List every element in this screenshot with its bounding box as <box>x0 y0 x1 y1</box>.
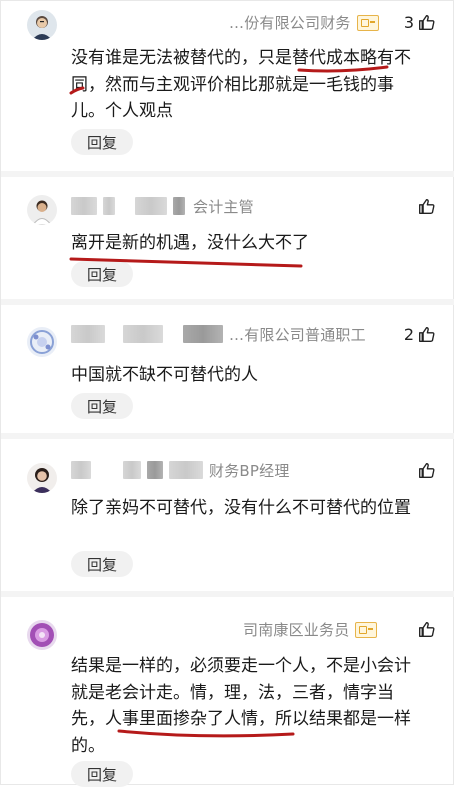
reply-button[interactable]: 回复 <box>71 261 133 287</box>
commenter-company: 司南康区业务员 <box>243 620 350 639</box>
like-count: 2 <box>403 324 414 344</box>
commenter-company: …有限公司普通职工 <box>229 325 366 344</box>
blurred-name <box>173 197 185 215</box>
blurred-name <box>123 325 163 343</box>
thumbs-up-icon <box>419 198 435 214</box>
comment-item: 财务BP经理 除了亲妈不可替代，没有什么不可替代的位置 回复 <box>1 439 454 589</box>
comment-text: 没有谁是无法被替代的，只是替代成本略有不同，然而与主观评价相比那就是一毛钱的事儿… <box>71 48 411 121</box>
thumbs-up-icon <box>419 326 435 342</box>
woman-avatar-icon[interactable] <box>27 463 57 493</box>
blurred-name <box>71 461 91 479</box>
purple-flower-avatar-icon[interactable] <box>27 620 57 650</box>
comment-item: …有限公司普通职工 2 中国就不缺不可替代的人 回复 <box>1 305 454 433</box>
reply-button[interactable]: 回复 <box>71 761 133 787</box>
blurred-name <box>71 325 105 343</box>
comment-text: 除了亲妈不可替代，没有什么不可替代的位置 <box>71 498 411 518</box>
reply-button[interactable]: 回复 <box>71 393 133 419</box>
blurred-name <box>183 325 223 343</box>
person-avatar-icon[interactable] <box>27 195 57 225</box>
reply-button[interactable]: 回复 <box>71 129 133 155</box>
blurred-name <box>169 461 203 479</box>
like-button[interactable]: 3 <box>404 10 435 34</box>
flower-avatar-icon[interactable] <box>27 327 57 357</box>
comment-text: 中国就不缺不可替代的人 <box>71 365 258 385</box>
like-button[interactable]: 2 <box>404 322 435 346</box>
commenter-company: …份有限公司财务 <box>229 13 351 32</box>
thumbs-up-icon <box>419 621 435 637</box>
like-count: 3 <box>403 12 414 32</box>
like-button[interactable] <box>414 617 435 641</box>
commenter-company: 财务BP经理 <box>209 461 290 480</box>
comment-text: 结果是一样的，必须要走一个人，不是小会计就是老会计走。情，理，法，三者，情字当先… <box>71 656 411 756</box>
like-button[interactable] <box>414 458 435 482</box>
thumbs-up-icon <box>419 14 435 30</box>
comment-item: 司南康区业务员 结果是一样的，必须要走一个人，不是小会计就是老会计走。情，理，法… <box>1 597 454 787</box>
person-avatar-icon[interactable] <box>27 10 57 40</box>
thumbs-up-icon <box>419 462 435 478</box>
vip-badge-icon <box>355 622 378 638</box>
commenter-company: 会计主管 <box>193 197 254 216</box>
blurred-name <box>103 197 115 215</box>
blurred-name <box>147 461 163 479</box>
comment-list: …份有限公司财务 3 没有谁是无法被替代的，只是替代成本略有不同，然而与主观评价… <box>0 0 454 787</box>
comment-text: 离开是新的机遇，没什么大不了 <box>71 233 309 253</box>
vip-badge-icon <box>356 15 379 31</box>
blurred-name <box>71 197 97 215</box>
comment-item: 会计主管 离开是新的机遇，没什么大不了 回复 <box>1 177 454 297</box>
blurred-name <box>135 197 167 215</box>
blurred-name <box>123 461 141 479</box>
like-button[interactable] <box>414 194 435 218</box>
reply-button[interactable]: 回复 <box>71 551 133 577</box>
comment-item: …份有限公司财务 3 没有谁是无法被替代的，只是替代成本略有不同，然而与主观评价… <box>1 1 454 169</box>
